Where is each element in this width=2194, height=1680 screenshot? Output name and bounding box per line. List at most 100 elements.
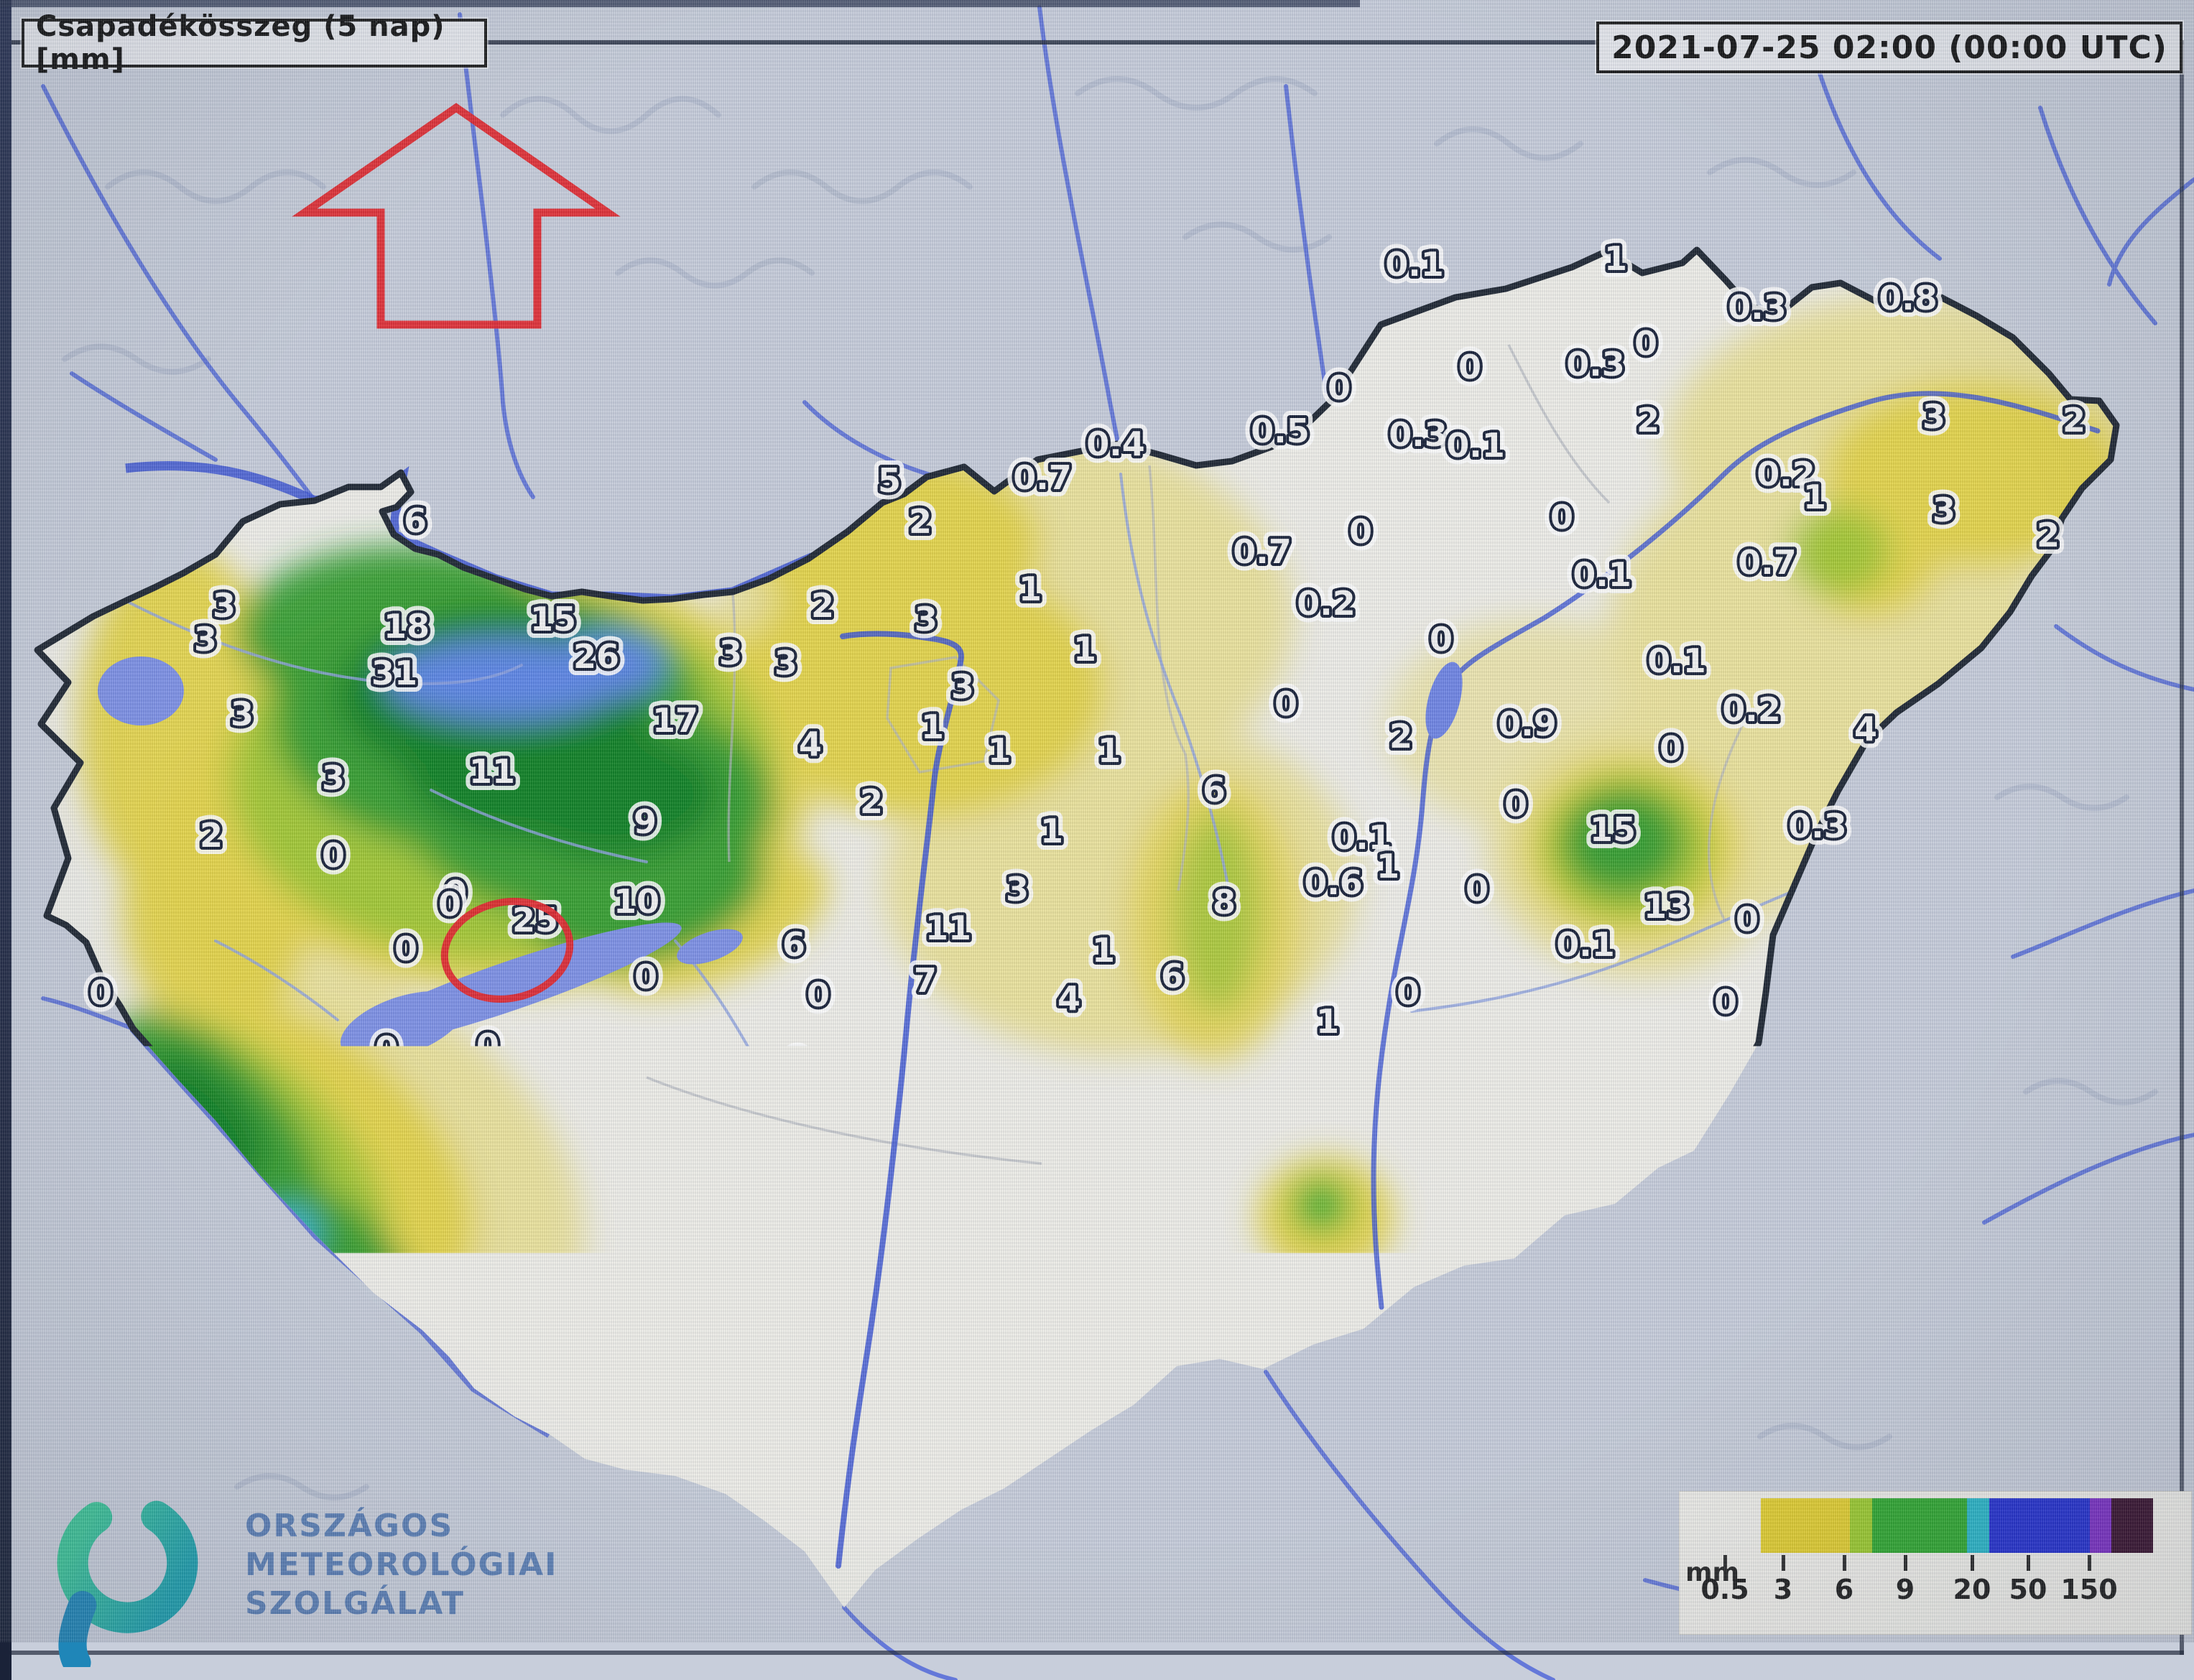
station-value: 0.2 xyxy=(1297,584,1356,623)
weather-map-screenshot: 3333181815153131262666331717331111220099… xyxy=(0,0,2194,1680)
station-value: 0.5 xyxy=(1251,412,1310,450)
station-value: 6 xyxy=(782,925,805,964)
station-value: 1 xyxy=(284,1161,307,1200)
station-value: 17 xyxy=(652,701,698,740)
station-value: 2 xyxy=(2063,401,2086,440)
station-value: 15 xyxy=(530,600,576,639)
station-value: 2 xyxy=(200,816,223,855)
legend-colorbar xyxy=(1761,1498,2153,1553)
station-value: 0 xyxy=(754,1171,777,1210)
station-value: 2 xyxy=(1389,717,1412,756)
station-value: 0 xyxy=(1626,1083,1649,1122)
photo-edge-left xyxy=(0,0,11,1680)
legend-tick-label: 50 xyxy=(2009,1574,2047,1605)
legend-tick-mark xyxy=(2027,1555,2030,1571)
omsz-logo-text: ORSZÁGOS METEOROLÓGIAI SZOLGÁLAT xyxy=(245,1507,557,1623)
station-value: 0 xyxy=(1660,729,1682,768)
station-value: 2 xyxy=(1637,401,1660,440)
station-value: 3 xyxy=(719,634,742,672)
station-value: 1 xyxy=(1604,239,1627,278)
station-value: 0.1 xyxy=(1446,426,1505,465)
station-value: 0 xyxy=(1529,1210,1552,1249)
taskbar-corner xyxy=(0,1655,68,1680)
station-value: 0 xyxy=(394,929,417,968)
station-value: 0.1 xyxy=(1556,925,1615,964)
legend-tick-mark xyxy=(1971,1555,1974,1571)
station-value: 3 xyxy=(1933,491,1955,529)
station-value: 18 xyxy=(384,607,430,646)
station-value: 0 xyxy=(607,1383,630,1422)
omsz-logo-line2: METEOROLÓGIAI xyxy=(245,1546,557,1584)
station-value: 0 xyxy=(476,1026,499,1065)
station-value: 0 xyxy=(634,957,657,996)
station-value: 1 xyxy=(1040,812,1063,850)
station-value: 0.9 xyxy=(1498,705,1557,743)
station-value: 0.2 xyxy=(1722,690,1781,729)
legend-tick-label: 20 xyxy=(1953,1574,1991,1605)
station-value: 0 xyxy=(1458,348,1481,386)
station-value: 3 xyxy=(1922,397,1945,436)
station-value: 9 xyxy=(634,802,657,841)
station-value: 2 xyxy=(811,586,834,625)
legend-tick-label: 9 xyxy=(1896,1574,1915,1605)
station-value: 2 xyxy=(909,502,932,541)
station-value: 0 xyxy=(989,1359,1012,1398)
station-value: 3 xyxy=(231,695,254,733)
station-value: 0.3 xyxy=(1788,807,1847,845)
station-value: 10 xyxy=(1297,1207,1343,1245)
station-value: 0 xyxy=(1193,1240,1216,1279)
legend-color-segment xyxy=(1850,1498,1872,1553)
legend-tick-mark xyxy=(1843,1555,1846,1571)
station-value: 0 xyxy=(375,1029,398,1068)
legend-color-segment xyxy=(1989,1498,2089,1553)
legend-tick-mark xyxy=(1904,1555,1907,1571)
station-value: 4 xyxy=(1057,979,1080,1018)
station-value: 4 xyxy=(799,725,822,764)
station-value: 0 xyxy=(1157,1147,1180,1186)
station-value: 0 xyxy=(555,1439,578,1477)
station-value: 15 xyxy=(1590,810,1636,849)
station-value: 0.1 xyxy=(1647,641,1706,680)
map-title-box: Csapadékösszeg (5 nap) [mm] xyxy=(22,19,487,68)
station-value: 0.2 xyxy=(1645,1177,1704,1216)
station-value: 1 xyxy=(988,731,1011,770)
legend-tick-label: 6 xyxy=(1835,1574,1853,1605)
omsz-logo: ORSZÁGOS METEOROLÓGIAI SZOLGÁLAT xyxy=(42,1484,557,1667)
station-value: 4 xyxy=(1854,710,1877,748)
station-value: 3 xyxy=(951,667,974,706)
station-value: 0 xyxy=(1474,1225,1497,1264)
station-value: 1 xyxy=(1098,731,1121,770)
station-value: 3 xyxy=(915,600,938,639)
station-value: 11 xyxy=(925,909,971,947)
station-value: 1 xyxy=(1019,570,1042,608)
station-value: 0 xyxy=(322,836,345,875)
station-value: 8 xyxy=(1213,883,1236,922)
legend-color-segment xyxy=(1967,1498,1989,1553)
station-value: 0 xyxy=(343,1071,366,1110)
station-value: 0.7 xyxy=(1013,458,1072,497)
station-value: 0 xyxy=(786,1044,809,1082)
station-value: 3 xyxy=(328,1270,351,1309)
station-value: 0 xyxy=(438,885,461,924)
station-value: 3 xyxy=(1195,1054,1218,1092)
station-value: 0.1 xyxy=(1385,245,1444,284)
station-value: 0 xyxy=(1118,1286,1141,1325)
station-value: 11 xyxy=(469,752,515,791)
station-value: 0 xyxy=(458,1323,481,1362)
legend-color-segment xyxy=(2111,1498,2153,1553)
legend-tick-label: 0.5 xyxy=(1700,1574,1749,1605)
legend-tick-mark xyxy=(1782,1555,1785,1571)
station-value: 0 xyxy=(1397,973,1420,1012)
station-value: 0 xyxy=(672,1054,695,1092)
station-value: 0 xyxy=(1430,620,1453,659)
station-value: 0 xyxy=(571,1088,594,1127)
omsz-logo-line1: ORSZÁGOS xyxy=(245,1507,557,1546)
station-value: 1 xyxy=(1092,931,1115,970)
station-value: 0.4 xyxy=(1086,424,1145,463)
station-value: 0 xyxy=(930,1294,953,1332)
photo-edge-top xyxy=(0,0,1360,7)
station-value: 3 xyxy=(213,586,236,625)
lake-ferto xyxy=(98,656,184,725)
station-value: 0.3 xyxy=(1389,415,1448,454)
station-value: 0 xyxy=(801,1280,824,1319)
